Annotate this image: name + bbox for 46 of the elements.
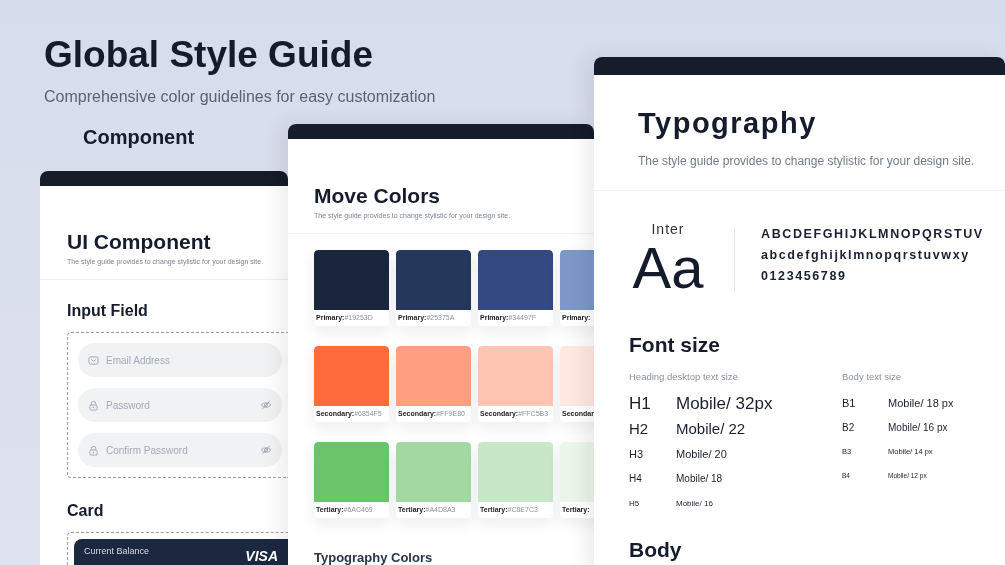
size-tag: H1: [629, 393, 676, 414]
glyph-line: abcdefghijklmnopqrstuvwxy: [761, 248, 971, 262]
section-heading: Body: [629, 538, 683, 562]
size-value: Mobile/ 20: [676, 447, 727, 460]
size-tag: H2: [629, 420, 676, 437]
card-brand: VISA: [245, 548, 278, 564]
glyph-line: ABCDEFGHIJKLMNOPQRSTUV: [761, 227, 984, 241]
glyph-line: 0123456789: [761, 269, 848, 283]
size-value: Mobile/ 18: [676, 473, 723, 484]
panel-description: The style guide provides to change stylistic for your design site.: [638, 154, 976, 168]
font-sample: Aa: [632, 239, 704, 297]
column-label: Body text size: [842, 371, 903, 382]
size-tag: H3: [629, 447, 676, 460]
size-value: Mobile/ 32px: [676, 393, 773, 414]
lock-icon: [88, 444, 99, 456]
panel-title: Move Colors: [314, 184, 442, 208]
font-name: Inter: [651, 221, 685, 237]
panel-title: UI Component: [67, 230, 212, 254]
size-value: Mobile/ 18 px: [888, 397, 954, 409]
input-field[interactable]: Password: [78, 388, 282, 422]
section-heading: Card: [67, 502, 105, 520]
input-field[interactable]: Email Address: [78, 343, 282, 377]
size-value: Mobile/ 16: [676, 499, 713, 508]
size-value: Mobile/ 22: [676, 420, 746, 437]
section-heading: Input Field: [67, 302, 149, 320]
size-tag: H5: [629, 499, 676, 508]
size-value: Mobile/ 16 px: [888, 421, 948, 433]
section-heading: Typography Colors: [314, 550, 434, 565]
page-title: Global Style Guide: [44, 34, 373, 76]
column-label: Heading desktop text size: [629, 371, 739, 382]
eye-slash-icon[interactable]: [260, 399, 272, 411]
size-tag: B1: [842, 397, 888, 409]
text-input[interactable]: Confirm Password: [106, 444, 253, 456]
section-heading: Font size: [629, 333, 721, 357]
size-tag: B2: [842, 421, 888, 433]
mail-icon: [88, 354, 99, 366]
text-input[interactable]: Password: [106, 399, 253, 411]
page-subtitle: Comprehensive color guidelines for easy customization: [44, 88, 436, 106]
panel-title: Typography: [638, 107, 818, 140]
text-input[interactable]: Email Address: [106, 354, 272, 366]
card-label: Current Balance: [84, 546, 150, 556]
section-label: Component: [83, 126, 195, 149]
lock-icon: [88, 399, 99, 411]
eye-slash-icon[interactable]: [260, 444, 272, 456]
input-field[interactable]: Confirm Password: [78, 433, 282, 467]
size-tag: H4: [629, 473, 676, 484]
